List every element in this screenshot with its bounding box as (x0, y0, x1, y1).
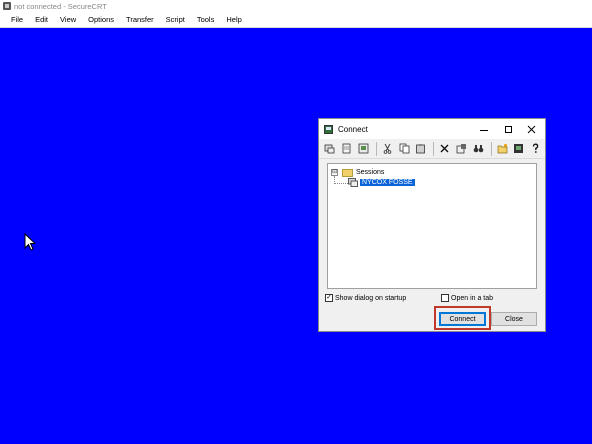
delete-toolbar-button[interactable] (437, 141, 452, 157)
properties-icon (456, 144, 466, 154)
show-dialog-checkbox[interactable]: ✓ Show dialog on startup (325, 294, 406, 302)
find-toolbar-button[interactable] (471, 141, 486, 157)
show-dialog-label: Show dialog on startup (335, 294, 407, 302)
menu-help[interactable]: Help (220, 12, 247, 28)
session-tree[interactable]: ⊟ Sessions NYCOX FOSSE (327, 163, 537, 289)
quick-connect-toolbar-button[interactable] (339, 141, 354, 157)
securecrt-app: not connected - SecureCRT File Edit View… (0, 0, 592, 444)
mouse-pointer-icon (24, 233, 36, 251)
paste-toolbar-button[interactable] (413, 141, 428, 157)
delete-icon (440, 144, 449, 153)
menu-tools[interactable]: Tools (191, 12, 221, 28)
securecrt-app-icon (3, 2, 11, 10)
close-icon (527, 125, 535, 133)
connect-toolbar-button[interactable] (322, 141, 337, 157)
tree-node-label: Sessions (356, 169, 385, 176)
copy-icon (399, 143, 409, 154)
folder-icon (342, 168, 353, 177)
copy-toolbar-button[interactable] (396, 141, 411, 157)
cut-toolbar-button[interactable] (379, 141, 394, 157)
selected-session-label: NYCOX FOSSE (360, 179, 415, 186)
close-button[interactable]: Close (491, 312, 537, 326)
dialog-title: Connect (338, 124, 368, 134)
new-session-toolbar-button[interactable] (356, 141, 371, 157)
toolbar-separator (375, 141, 377, 156)
desktop-shortcut-toolbar-button[interactable] (511, 141, 526, 157)
quick-connect-icon (342, 143, 351, 154)
toolbar-separator (433, 141, 434, 156)
find-icon (473, 145, 484, 153)
help-icon (533, 143, 539, 153)
open-in-tab-checkbox[interactable]: Open in a tab (441, 294, 493, 302)
connect-icon (324, 144, 335, 154)
menu-bar: File Edit View Options Transfer Script T… (0, 12, 592, 28)
connect-button[interactable]: Connect (439, 312, 486, 326)
title-bar: not connected - SecureCRT (0, 0, 592, 12)
menu-transfer[interactable]: Transfer (120, 12, 160, 28)
new-folder-icon (497, 144, 507, 154)
desktop-shortcut-icon (514, 144, 524, 153)
window-title: not connected - SecureCRT (14, 1, 107, 11)
properties-toolbar-button[interactable] (454, 141, 469, 157)
dialog-options: ✓ Show dialog on startup Open in a tab (325, 294, 541, 304)
maximize-icon (504, 125, 512, 133)
connect-dialog: Connect ⊟ Sessions NYCOX FOSSE ✓ Show di… (318, 118, 546, 332)
menu-edit[interactable]: Edit (29, 12, 54, 28)
session-icon (348, 178, 358, 187)
menu-file[interactable]: File (5, 12, 29, 28)
minimize-button[interactable] (473, 119, 495, 139)
new-folder-toolbar-button[interactable] (494, 141, 509, 157)
new-session-icon (358, 143, 369, 154)
connect-dialog-icon (324, 124, 333, 134)
checkbox-checked-icon: ✓ (325, 294, 333, 302)
paste-icon (416, 144, 426, 154)
toolbar-separator (490, 141, 492, 156)
checkbox-unchecked-icon (441, 294, 449, 302)
help-toolbar-button[interactable] (528, 141, 543, 157)
menu-view[interactable]: View (54, 12, 82, 28)
close-window-button[interactable] (520, 119, 542, 139)
menu-script[interactable]: Script (160, 12, 191, 28)
collapse-icon[interactable]: ⊟ (331, 169, 338, 176)
dialog-title-bar[interactable]: Connect (319, 119, 545, 139)
open-in-tab-label: Open in a tab (451, 294, 494, 302)
maximize-button[interactable] (497, 119, 519, 139)
tree-node-session[interactable]: NYCOX FOSSE (348, 177, 415, 188)
dialog-toolbar (319, 139, 545, 159)
menu-options[interactable]: Options (82, 12, 120, 28)
cut-icon (383, 143, 391, 154)
minimize-icon (480, 129, 488, 131)
